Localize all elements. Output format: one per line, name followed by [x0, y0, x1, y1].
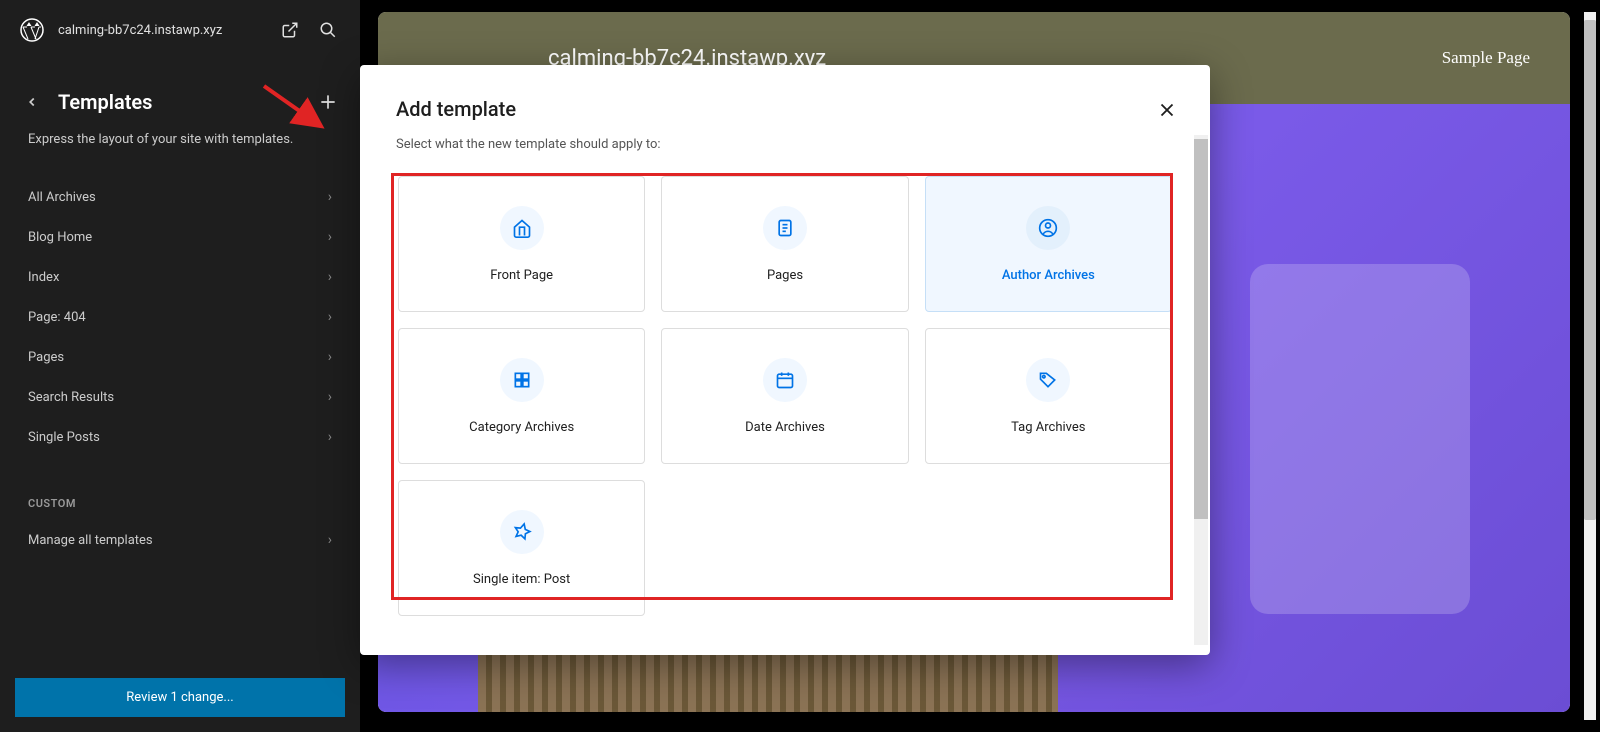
- card-label: Front Page: [490, 268, 553, 283]
- pin-icon: [500, 510, 544, 554]
- chevron-right-icon: ›: [328, 309, 332, 325]
- sidebar-item-pages[interactable]: Pages›: [0, 337, 360, 377]
- home-icon: [500, 206, 544, 250]
- page-icon: [763, 206, 807, 250]
- sidebar-description: Express the layout of your site with tem…: [0, 124, 360, 167]
- back-button[interactable]: [20, 90, 44, 114]
- page-title: Templates: [58, 90, 302, 114]
- search-icon[interactable]: [316, 18, 340, 42]
- preview-scrollbar[interactable]: [1582, 12, 1600, 720]
- sidebar-item-all-archives[interactable]: All Archives›: [0, 177, 360, 217]
- template-option-category-archives[interactable]: Category Archives: [398, 328, 645, 464]
- sidebar-item-page-404[interactable]: Page: 404›: [0, 297, 360, 337]
- preview-menu-item[interactable]: Sample Page: [1442, 48, 1530, 68]
- sidebar-item-search-results[interactable]: Search Results›: [0, 377, 360, 417]
- chevron-right-icon: ›: [328, 532, 332, 548]
- calendar-icon: [763, 358, 807, 402]
- template-option-date-archives[interactable]: Date Archives: [661, 328, 908, 464]
- tag-icon: [1026, 358, 1070, 402]
- sidebar-item-index[interactable]: Index›: [0, 257, 360, 297]
- card-label: Category Archives: [469, 420, 574, 435]
- grid-icon: [500, 358, 544, 402]
- templates-header: Templates: [0, 60, 360, 124]
- modal-header: Add template: [360, 65, 1210, 133]
- chevron-right-icon: ›: [328, 189, 332, 205]
- review-changes-button[interactable]: Review 1 change...: [15, 678, 345, 717]
- sidebar-topbar: calming-bb7c24.instawp.xyz: [0, 0, 360, 60]
- sidebar-item-blog-home[interactable]: Blog Home›: [0, 217, 360, 257]
- modal-scrollbar[interactable]: [1192, 135, 1210, 645]
- chevron-right-icon: ›: [328, 229, 332, 245]
- chevron-right-icon: ›: [328, 269, 332, 285]
- site-name: calming-bb7c24.instawp.xyz: [58, 23, 264, 38]
- modal-subtitle: Select what the new template should appl…: [360, 133, 1210, 168]
- template-option-tag-archives[interactable]: Tag Archives: [925, 328, 1172, 464]
- add-template-button[interactable]: [316, 90, 340, 114]
- custom-section-heading: CUSTOM: [0, 467, 360, 520]
- user-icon: [1026, 206, 1070, 250]
- close-button[interactable]: [1152, 95, 1182, 125]
- preview-image-strip: [478, 652, 1058, 712]
- card-label: Date Archives: [745, 420, 825, 435]
- card-label: Pages: [767, 268, 803, 283]
- open-site-icon[interactable]: [278, 18, 302, 42]
- card-label: Single item: Post: [473, 572, 570, 587]
- wordpress-logo-icon[interactable]: [20, 18, 44, 42]
- add-template-modal: Add template Select what the new templat…: [360, 65, 1210, 655]
- chevron-right-icon: ›: [328, 349, 332, 365]
- chevron-right-icon: ›: [328, 389, 332, 405]
- preview-hero-card: [1250, 264, 1470, 614]
- sidebar-item-single-posts[interactable]: Single Posts›: [0, 417, 360, 457]
- card-label: Tag Archives: [1011, 420, 1085, 435]
- template-option-pages[interactable]: Pages: [661, 176, 908, 312]
- template-option-front-page[interactable]: Front Page: [398, 176, 645, 312]
- modal-title: Add template: [396, 97, 1174, 121]
- card-label: Author Archives: [1002, 268, 1095, 283]
- template-options-grid: Front Page Pages Author Archives Categor…: [396, 168, 1174, 624]
- sidebar-item-manage-all[interactable]: Manage all templates›: [0, 520, 360, 560]
- chevron-right-icon: ›: [328, 429, 332, 445]
- sidebar: calming-bb7c24.instawp.xyz Templates Exp…: [0, 0, 360, 732]
- template-list: All Archives› Blog Home› Index› Page: 40…: [0, 167, 360, 467]
- template-option-single-item-post[interactable]: Single item: Post: [398, 480, 645, 616]
- template-option-author-archives[interactable]: Author Archives: [925, 176, 1172, 312]
